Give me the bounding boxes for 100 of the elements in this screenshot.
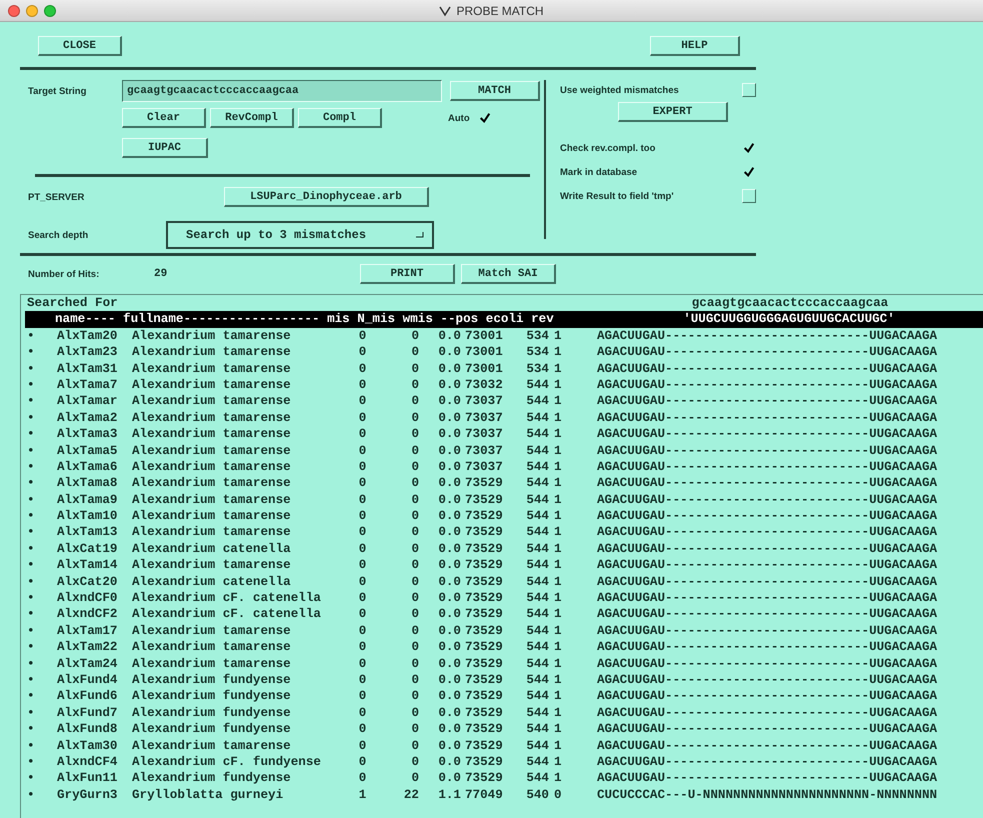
result-row[interactable]: • AlxTama8 Alexandrium tamarense 0 0 0.0 73529 544 1 AGACUUGAU---------------------------UUGACAAGA [27,475,983,492]
result-row[interactable]: • AlxTam20 Alexandrium tamarense 0 0 0.0 73001 534 1 AGACUUGAU---------------------------UUGACAAGA [27,328,983,344]
ecoli-cell-text: 534 [525,344,549,361]
result-row[interactable]: • AlxTama3 Alexandrium tamarense 0 0 0.0 73037 544 1 AGACUUGAU---------------------------UUGACAAGA [27,426,983,443]
result-row[interactable]: • AlxndCF4 Alexandrium cF. fundyense 0 0 0.0 73529 544 1 AGACUUGAU---------------------------UUGACAAGA [27,754,983,770]
pos-cell-text: 73529 [464,557,504,574]
close-button[interactable]: CLOSE [38,36,122,56]
rev-cell-text: 1 [553,622,563,640]
edit-button[interactable]: RevCompl [210,108,294,128]
checkbox[interactable] [742,165,756,179]
edit-button[interactable]: Clear [122,108,206,128]
wmis-cell-text: 0.0 [437,458,461,476]
wmis-cell-text: 0.0 [437,475,461,492]
n-mis-cell-text: 0 [410,754,419,770]
sequence-cell-text: CUCUCCCAC---U-NNNNNNNNNNNNNNNNNNNNNN-NNNNNNNN [597,786,938,804]
n-mis-cell-text: 0 [410,639,419,656]
result-row[interactable]: • AlxTam14 Alexandrium tamarense 0 0 0.0 73529 544 1 AGACUUGAU---------------------------UUGACAAGA [27,557,983,574]
edit-button[interactable]: Compl [298,108,382,128]
wmis-cell-text: 0.0 [437,540,461,558]
fullname-cell-text: Alexandrium fundyense [132,672,292,688]
ecoli-cell-text: 544 [525,540,549,558]
search-depth-dropdown[interactable]: Search up to 3 mismatches [166,221,434,249]
result-row[interactable]: • AlxTam17 Alexandrium tamarense 0 0 0.0 73529 544 1 AGACUUGAU---------------------------UUGACAAGA [27,622,983,640]
result-row[interactable]: • AlxndCF0 Alexandrium cF. catenella 0 0 0.0 73529 544 1 AGACUUGAU---------------------------UUGACAAGA [27,590,983,606]
row-marker: • [27,344,36,361]
result-row[interactable]: • AlxCat20 Alexandrium catenella 0 0 0.0 73529 544 1 AGACUUGAU---------------------------UUGACAAGA [27,574,983,590]
result-row[interactable]: • AlxCat19 Alexandrium catenella 0 0 0.0 73529 544 1 AGACUUGAU---------------------------UUGACAAGA [27,540,983,558]
result-row[interactable]: • AlxFun11 Alexandrium fundyense 0 0 0.0 73529 544 1 AGACUUGAU---------------------------UUGACAAGA [27,770,983,787]
zoom-icon[interactable] [44,4,56,16]
row-marker: • [27,328,36,344]
checkbox[interactable] [742,141,756,155]
wmis-cell-text: 0.0 [437,672,461,688]
option-label: Write Result to field 'tmp' [560,190,674,202]
row-marker: • [27,524,36,541]
match-button[interactable]: MATCH [450,81,540,101]
sequence-cell-text: AGACUUGAU---------------------------UUGACAAGA [597,492,938,508]
row-marker: • [27,786,36,804]
result-row[interactable]: • GryGurn3 Grylloblatta gurneyi 1 22 1.1 77049 540 0 CUCUCCCAC---U-NNNNNNNNNNNNNNNNNNNNNN-NNNNNNNN [27,786,983,804]
result-row[interactable]: • AlxTama2 Alexandrium tamarense 0 0 0.0 73037 544 1 AGACUUGAU---------------------------UUGACAAGA [27,410,983,426]
ecoli-cell-text: 544 [525,639,549,656]
pos-cell-text: 73037 [464,410,504,426]
row-marker: • [27,738,36,754]
ecoli-cell-text: 544 [525,721,549,738]
result-row[interactable]: • AlxFund6 Alexandrium fundyense 0 0 0.0 73529 544 1 AGACUUGAU---------------------------UUGACAAGA [27,688,983,705]
result-button[interactable]: Match SAI [461,264,556,284]
ecoli-cell-text: 544 [525,770,549,787]
checkbox[interactable] [742,189,756,203]
n-mis-cell-text: 0 [410,475,419,492]
n-mis-cell-text: 0 [410,574,419,590]
fullname-cell-text: Alexandrium tamarense [132,475,292,492]
result-row[interactable]: • AlxTama6 Alexandrium tamarense 0 0 0.0 73037 544 1 AGACUUGAU---------------------------UUGACAAGA [27,458,983,476]
searched-for-label: Searched For [27,295,119,312]
result-row[interactable]: • AlxTam22 Alexandrium tamarense 0 0 0.0 73529 544 1 AGACUUGAU---------------------------UUGACAAGA [27,639,983,656]
result-row[interactable]: • AlxFund7 Alexandrium fundyense 0 0 0.0 73529 544 1 AGACUUGAU---------------------------UUGACAAGA [27,704,983,722]
pos-cell-text: 73529 [464,721,504,738]
mis-cell-text: 0 [358,557,368,574]
pt-server-button[interactable]: LSUParc_Dinophyceae.arb [224,187,429,207]
result-button[interactable]: PRINT [360,264,455,284]
result-row[interactable]: • AlxTam13 Alexandrium tamarense 0 0 0.0 73529 544 1 AGACUUGAU---------------------------UUGACAAGA [27,524,983,541]
result-row[interactable]: • AlxTama9 Alexandrium tamarense 0 0 0.0 73529 544 1 AGACUUGAU---------------------------UUGACAAGA [27,492,983,508]
sequence-cell-text: AGACUUGAU---------------------------UUGACAAGA [597,557,938,574]
name-cell-text: AlxTama9 [57,492,118,508]
name-cell-text: AlxFund8 [57,721,118,738]
name-cell-text: AlxTamar [57,393,118,410]
checkbox[interactable] [742,83,756,97]
result-row[interactable]: • AlxTam24 Alexandrium tamarense 0 0 0.0 73529 544 1 AGACUUGAU---------------------------UUGACAAGA [27,656,983,672]
sequence-cell-text: AGACUUGAU---------------------------UUGACAAGA [597,721,938,738]
hits-count: 29 [154,268,168,280]
result-row[interactable]: • AlxTamar Alexandrium tamarense 0 0 0.0 73037 544 1 AGACUUGAU---------------------------UUGACAAGA [27,393,983,410]
result-row[interactable]: • AlxTama5 Alexandrium tamarense 0 0 0.0 73037 544 1 AGACUUGAU---------------------------UUGACAAGA [27,442,983,459]
rev-cell-text: 1 [553,738,563,754]
result-row[interactable]: • AlxTam23 Alexandrium tamarense 0 0 0.0 73001 534 1 AGACUUGAU---------------------------UUGACAAGA [27,344,983,361]
fullname-cell-text: Alexandrium tamarense [132,442,292,459]
mis-cell-text: 0 [358,475,368,492]
n-mis-cell-text: 0 [410,540,419,558]
row-marker: • [27,540,36,558]
iupac-button[interactable]: IUPAC [122,138,208,158]
wmis-cell-text: 0.0 [437,492,461,508]
result-row[interactable]: • AlxTam10 Alexandrium tamarense 0 0 0.0 73529 544 1 AGACUUGAU---------------------------UUGACAAGA [27,508,983,524]
rev-cell-text: 0 [553,786,563,804]
hits-label: Number of Hits: [28,268,100,280]
wmis-cell-text: 0.0 [437,754,461,770]
row-marker: • [27,442,36,459]
rev-cell-text: 1 [553,754,563,770]
name-cell-text: AlxTam17 [57,622,118,640]
checkbox[interactable] [478,111,492,125]
result-row[interactable]: • AlxFund4 Alexandrium fundyense 0 0 0.0 73529 544 1 AGACUUGAU---------------------------UUGACAAGA [27,672,983,688]
target-string-field[interactable]: gcaagtgcaacactcccaccaagcaa [122,80,442,102]
ecoli-cell-text: 544 [525,754,549,770]
result-row[interactable]: • AlxTama7 Alexandrium tamarense 0 0 0.0 73032 544 1 AGACUUGAU---------------------------UUGACAAGA [27,376,983,394]
result-row[interactable]: • AlxTam30 Alexandrium tamarense 0 0 0.0 73529 544 1 AGACUUGAU---------------------------UUGACAAGA [27,738,983,754]
result-row[interactable]: • AlxTam31 Alexandrium tamarense 0 0 0.0 73001 534 1 AGACUUGAU---------------------------UUGACAAGA [27,360,983,377]
close-icon[interactable] [8,4,20,16]
pos-cell-text: 73032 [464,376,504,394]
result-row[interactable]: • AlxFund8 Alexandrium fundyense 0 0 0.0 73529 544 1 AGACUUGAU---------------------------UUGACAAGA [27,721,983,738]
result-row[interactable]: • AlxndCF2 Alexandrium cF. catenella 0 0 0.0 73529 544 1 AGACUUGAU---------------------------UUGACAAGA [27,606,983,623]
sequence-cell-text: AGACUUGAU---------------------------UUGACAAGA [597,508,938,524]
expert-button[interactable]: EXPERT [618,102,728,122]
name-cell-text: AlxCat20 [57,574,118,590]
help-button[interactable]: HELP [650,36,740,56]
